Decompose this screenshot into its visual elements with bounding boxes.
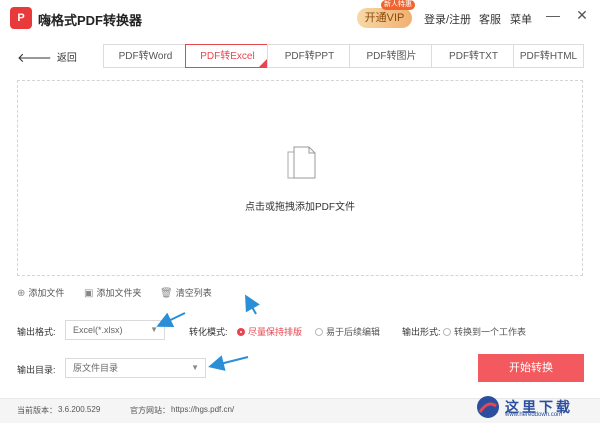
tab-pdf-to-word[interactable]: PDF转Word: [103, 44, 188, 68]
output-form-label: 输出形式:: [402, 327, 441, 337]
tab-pdf-to-ppt[interactable]: PDF转PPT: [267, 44, 352, 68]
plus-circle-icon: ⊕: [17, 288, 26, 299]
title-bar: P 嗨格式PDF转换器 开通VIP 新人特惠 登录/注册 客服 菜单 — ✕: [0, 0, 600, 36]
vip-promo-badge: 新人特惠: [381, 0, 415, 10]
radio-dot: [315, 328, 323, 336]
tab-pdf-to-excel[interactable]: PDF转Excel: [185, 44, 270, 68]
back-arrow-icon: 🡐: [17, 50, 52, 65]
tab-pdf-to-image[interactable]: PDF转图片: [349, 44, 434, 68]
tab-pdf-to-txt[interactable]: PDF转TXT: [431, 44, 516, 68]
close-icon[interactable]: ✕: [575, 8, 589, 22]
vip-button[interactable]: 开通VIP: [357, 8, 412, 28]
output-dir-select[interactable]: 原文件目录 ▼: [65, 358, 206, 378]
trash-icon: 🗑: [160, 288, 173, 299]
mode-easy-edit-label: 易于后续编辑: [326, 327, 381, 337]
add-file-button[interactable]: ⊕ 添加文件: [17, 286, 64, 299]
output-format-value: Excel(*.xlsx): [73, 325, 123, 335]
clear-list-label: 清空列表: [175, 288, 212, 298]
annotation-arrow-mode: [245, 294, 260, 315]
back-button[interactable]: 🡐 返回: [17, 49, 77, 66]
app-logo: P: [10, 7, 32, 29]
add-file-label: 添加文件: [28, 288, 65, 298]
add-folder-button[interactable]: ▣ 添加文件夹: [84, 286, 141, 299]
start-convert-button[interactable]: 开始转换: [478, 354, 584, 382]
radio-dot: [443, 328, 451, 336]
minimize-icon[interactable]: —: [546, 8, 560, 22]
output-single-sheet-label: 转换到一个工作表: [454, 327, 527, 337]
output-format-select[interactable]: Excel(*.xlsx) ▼: [65, 320, 165, 340]
app-title: 嗨格式PDF转换器: [38, 13, 143, 28]
radio-dot: [237, 328, 245, 336]
output-dir-label: 输出目录:: [17, 365, 56, 375]
conversion-mode-label: 转化模式:: [189, 327, 228, 337]
version-label: 当前版本：: [17, 406, 57, 415]
chevron-down-icon: ▼: [150, 325, 158, 334]
mode-keep-layout-label: 尽量保持排版: [248, 327, 303, 337]
menu-link[interactable]: 菜单: [510, 11, 532, 27]
mode-keep-layout-radio[interactable]: 尽量保持排版: [237, 325, 302, 338]
website-link[interactable]: https://hgs.pdf.cn/: [171, 405, 234, 414]
login-link[interactable]: 登录/注册: [424, 11, 471, 27]
tab-pdf-to-html[interactable]: PDF转HTML: [513, 44, 584, 68]
mode-easy-edit-radio[interactable]: 易于后续编辑: [315, 325, 380, 338]
add-folder-label: 添加文件夹: [96, 288, 142, 298]
drop-hint: 点击或拖拽添加PDF文件: [245, 202, 355, 213]
output-format-label: 输出格式:: [17, 327, 56, 337]
chevron-down-icon: ▼: [191, 363, 199, 372]
support-link[interactable]: 客服: [479, 11, 501, 27]
annotation-arrow-dir: [208, 355, 249, 371]
folder-icon: ▣: [84, 288, 94, 299]
version-value: 3.6.200.529: [58, 405, 101, 414]
back-label: 返回: [56, 53, 77, 64]
clear-list-button[interactable]: 🗑 清空列表: [160, 286, 212, 299]
document-icon: [287, 146, 316, 179]
website-label: 官方网站：: [130, 406, 170, 415]
output-single-sheet-radio[interactable]: 转换到一个工作表: [443, 325, 526, 338]
output-dir-value: 原文件目录: [73, 363, 119, 373]
watermark-url: www.hereddown.com: [505, 412, 563, 418]
